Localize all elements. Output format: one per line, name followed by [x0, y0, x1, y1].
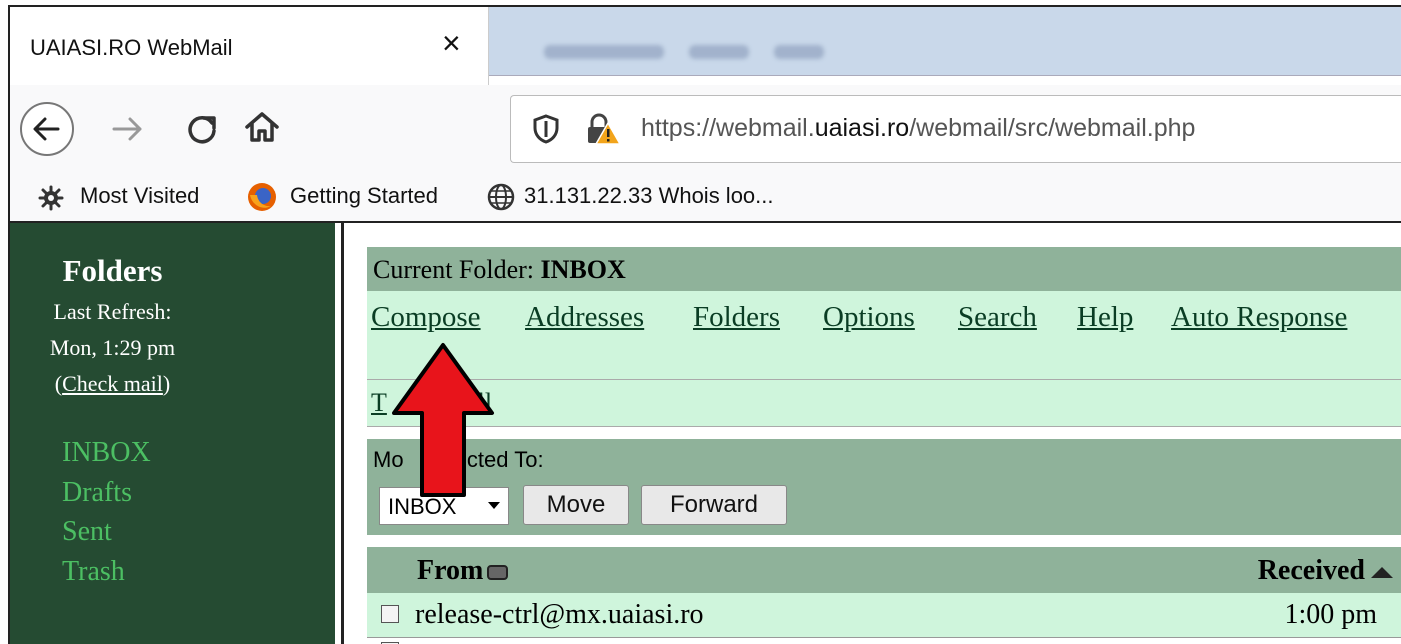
- current-folder-bar: Current Folder: INBOX: [367, 247, 1401, 291]
- gear-icon: [38, 185, 64, 211]
- message-list-header: From Received: [367, 547, 1401, 593]
- nav-options[interactable]: Options: [823, 301, 915, 334]
- shield-icon[interactable]: [531, 113, 561, 145]
- forward-arrow-icon[interactable]: [108, 109, 148, 149]
- back-arrow-icon: [33, 117, 60, 141]
- folders-sidebar: Folders Last Refresh: Mon, 1:29 pm (Chec…: [10, 223, 335, 644]
- sort-ascending-icon[interactable]: [1371, 567, 1393, 579]
- blurred-menu-item: [774, 45, 824, 59]
- red-arrow-annotation: [392, 343, 494, 497]
- mail-main: Current Folder: INBOX Compose Addresses …: [349, 223, 1401, 644]
- bookmark-getting-started[interactable]: Getting Started: [290, 183, 438, 209]
- toggle-all-row: TAll: [367, 379, 1401, 427]
- check-mail-link[interactable]: Check mail: [62, 371, 163, 396]
- column-from[interactable]: From: [417, 555, 509, 587]
- nav-compose[interactable]: Compose: [371, 301, 481, 334]
- last-refresh-label: Last Refresh:: [53, 299, 172, 324]
- bookmark-most-visited[interactable]: Most Visited: [80, 183, 199, 209]
- table-row[interactable]: [367, 637, 1401, 644]
- globe-icon: [487, 183, 515, 211]
- folder-inbox[interactable]: INBOX: [62, 437, 151, 469]
- mail-nav-links: Compose Addresses Folders Options Search…: [367, 291, 1401, 379]
- insecure-lock-icon[interactable]: [583, 111, 623, 147]
- chevron-down-icon: [488, 502, 500, 509]
- back-button[interactable]: [20, 102, 74, 156]
- firefox-icon: [248, 183, 276, 211]
- url-bar[interactable]: https://webmail.uaiasi.ro/webmail/src/we…: [510, 95, 1401, 163]
- nav-search[interactable]: Search: [958, 301, 1037, 334]
- home-icon[interactable]: [242, 107, 282, 147]
- blurred-menu-item: [689, 45, 749, 59]
- nav-addresses[interactable]: Addresses: [525, 301, 644, 334]
- move-button[interactable]: Move: [523, 485, 629, 525]
- browser-tab[interactable]: UAIASI.RO WebMail ×: [10, 7, 489, 85]
- bookmark-whois[interactable]: 31.131.22.33 Whois loo...: [524, 183, 774, 209]
- column-received[interactable]: Received: [1258, 555, 1393, 587]
- current-folder-name: INBOX: [540, 255, 626, 284]
- nav-auto-response[interactable]: Auto Response: [1171, 301, 1347, 334]
- check-mail-row: (Check mail): [54, 371, 171, 396]
- move-selected-panel: Mo elected To: INBOX Move Forward: [367, 439, 1401, 535]
- table-row[interactable]: release-ctrl@mx.uaiasi.ro 1:00 pm: [367, 593, 1401, 637]
- navigation-toolbar: https://webmail.uaiasi.ro/webmail/src/we…: [10, 85, 1401, 173]
- last-refresh-time: Mon, 1:29 pm: [49, 335, 176, 360]
- sidebar-title: Folders: [62, 253, 163, 288]
- bookmarks-toolbar: Most Visited Getting Started 31.131.22.3…: [10, 173, 1401, 223]
- url-domain: uaiasi.ro: [814, 114, 910, 142]
- nav-help[interactable]: Help: [1077, 301, 1133, 334]
- message-checkbox[interactable]: [381, 605, 399, 623]
- nav-folders[interactable]: Folders: [693, 301, 780, 334]
- tab-title: UAIASI.RO WebMail: [30, 35, 233, 60]
- close-icon[interactable]: ×: [442, 27, 461, 59]
- blurred-menu-item: [544, 45, 664, 59]
- folder-sent[interactable]: Sent: [62, 516, 112, 548]
- browser-menubar-blurred: [489, 7, 1401, 76]
- folder-trash[interactable]: Trash: [62, 556, 125, 588]
- folder-drafts[interactable]: Drafts: [62, 477, 132, 509]
- current-folder-text: Current Folder: INBOX: [373, 255, 626, 284]
- browser-window: UAIASI.RO WebMail × https://webmail.uaia…: [8, 5, 1401, 644]
- forward-button[interactable]: Forward: [641, 485, 787, 525]
- frame-divider[interactable]: [335, 223, 349, 644]
- sort-icon[interactable]: [487, 565, 509, 581]
- reload-icon[interactable]: [182, 109, 222, 149]
- url-text[interactable]: https://webmail.uaiasi.ro/webmail/src/we…: [641, 114, 1195, 143]
- message-received: 1:00 pm: [1284, 599, 1377, 630]
- message-from[interactable]: release-ctrl@mx.uaiasi.ro: [415, 599, 704, 631]
